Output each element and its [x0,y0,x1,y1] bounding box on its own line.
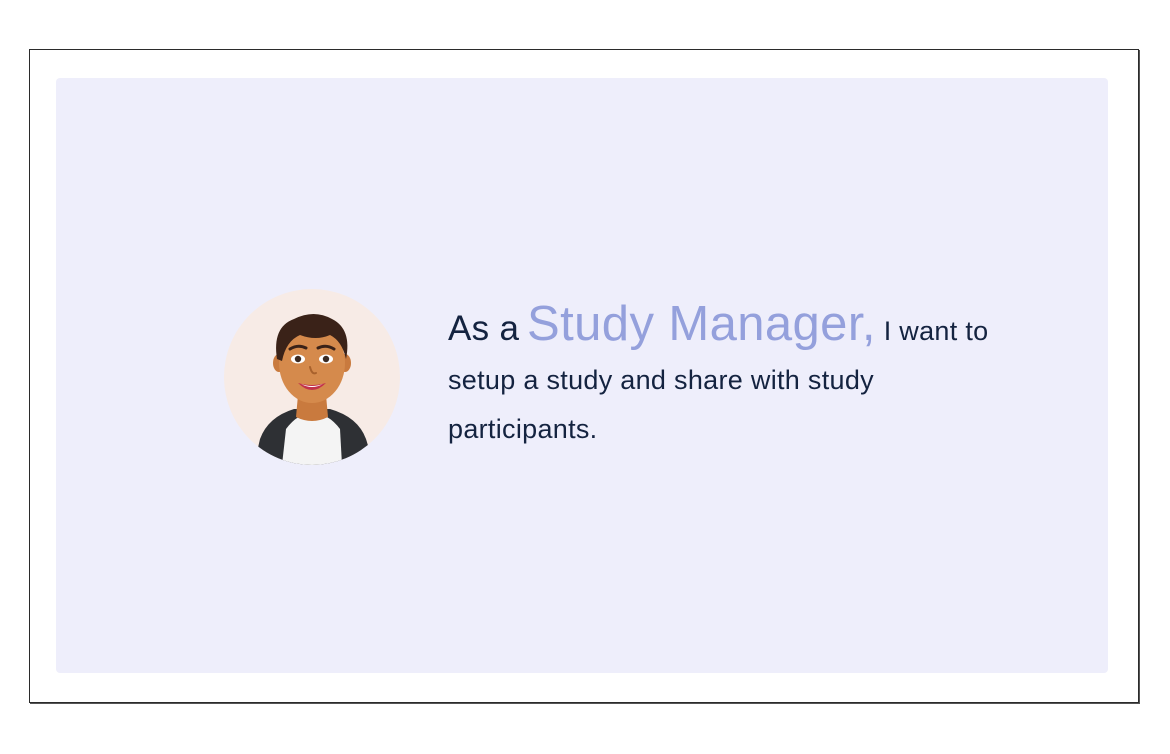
avatar [224,289,400,465]
user-story-text: As a Study Manager, I want to setup a st… [448,300,1018,454]
woman-avatar-icon [254,314,374,465]
story-card: As a Study Manager, I want to setup a st… [56,78,1108,673]
story-role: Study Manager, [527,297,876,351]
story-lead: As a [448,309,520,348]
story-frame: As a Study Manager, I want to setup a st… [29,49,1139,703]
